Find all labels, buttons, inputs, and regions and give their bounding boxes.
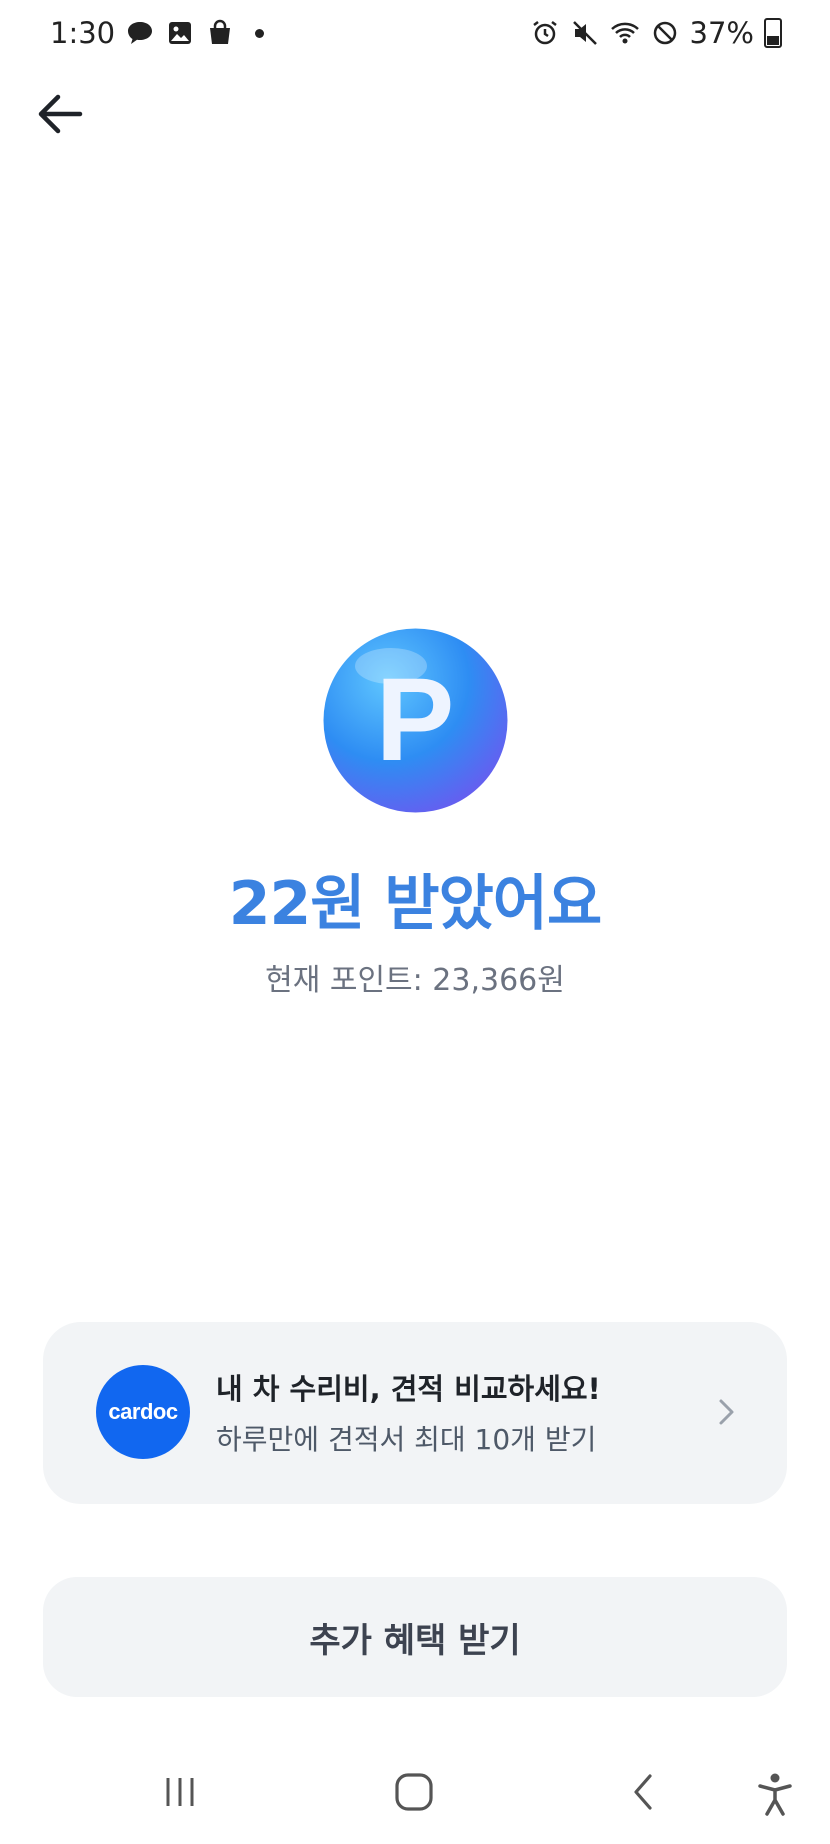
reward-headline: 22원 받았어요: [228, 869, 602, 939]
alarm-icon: [532, 21, 557, 45]
notification-dot-icon: [255, 28, 265, 38]
status-bar: 1:30 37%: [0, 0, 830, 72]
cardoc-promo-card[interactable]: cardoc 내 차 수리비, 견적 비교하세요! 하루만에 견적서 최대 10…: [43, 1322, 787, 1504]
battery-icon: [764, 18, 782, 48]
mute-icon: [572, 21, 597, 45]
promo-description: 하루만에 견적서 최대 10개 받기: [216, 1423, 597, 1456]
status-left: 1:30: [50, 16, 265, 50]
accessibility-icon[interactable]: [755, 1772, 795, 1816]
chevron-right-icon: [719, 1399, 734, 1425]
gallery-icon: [169, 22, 192, 44]
cardoc-logo: cardoc: [96, 1365, 190, 1459]
wifi-icon: [610, 22, 639, 44]
status-time: 1:30: [50, 16, 116, 50]
system-nav-bar: [0, 1752, 830, 1832]
back-icon[interactable]: [628, 1770, 658, 1814]
coin-letter: P: [376, 654, 455, 786]
current-points-text: 현재 포인트: 23,366원: [265, 963, 565, 998]
recent-apps-icon[interactable]: [160, 1772, 200, 1812]
promo-title: 내 차 수리비, 견적 비교하세요!: [216, 1372, 601, 1406]
arrow-left-icon[interactable]: [32, 88, 92, 140]
do-not-disturb-icon: [653, 21, 676, 45]
battery-percent: 37%: [689, 16, 754, 50]
shopping-bag-icon: [210, 19, 231, 44]
point-coin-icon: P: [323, 628, 508, 813]
status-right: 37%: [530, 16, 782, 50]
extra-benefits-button[interactable]: 추가 혜택 받기: [43, 1577, 787, 1697]
home-icon[interactable]: [392, 1770, 436, 1814]
chat-bubble-icon: [128, 22, 153, 44]
